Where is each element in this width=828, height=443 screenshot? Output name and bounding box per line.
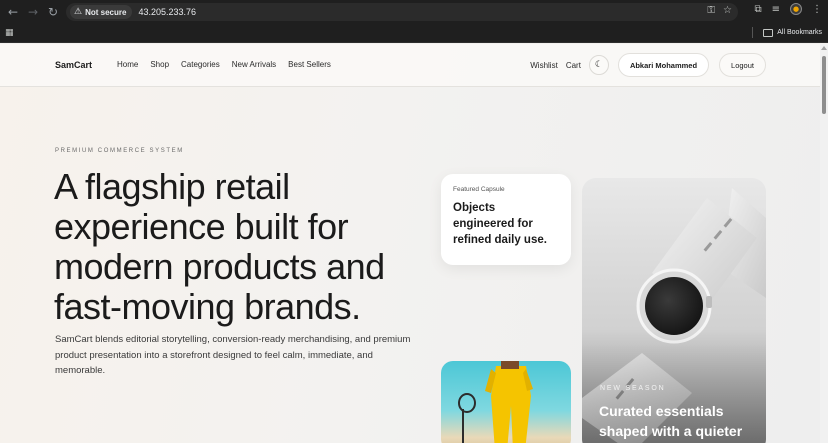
key-icon[interactable]: ⚿: [707, 5, 715, 16]
user-profile-button[interactable]: Abkari Mohammed: [617, 53, 710, 77]
hero-description: SamCart blends editorial storytelling, c…: [55, 334, 411, 376]
hero-eyebrow: PREMIUM COMMERCE SYSTEM: [55, 148, 184, 154]
folder-icon: [763, 28, 774, 37]
address-bar[interactable]: ⚠ Not secure 43.205.233.76 ⚿ ☆: [66, 3, 738, 21]
cart-link[interactable]: Cart: [566, 61, 581, 70]
account-nav: Wishlist Cart ☾ Abkari Mohammed Logout: [530, 53, 766, 77]
back-arrow-icon[interactable]: ←: [3, 2, 23, 22]
fashion-model-image: [458, 361, 533, 443]
page-scrollbar[interactable]: [820, 44, 828, 443]
menu-icon[interactable]: ⋮: [812, 4, 822, 15]
nav-best-sellers[interactable]: Best Sellers: [288, 60, 331, 69]
warning-icon: ⚠: [74, 7, 83, 17]
featured-capsule-card[interactable]: Featured Capsule Objects engineered for …: [441, 174, 571, 265]
url-text[interactable]: 43.205.233.76: [138, 7, 196, 17]
divider: [752, 27, 754, 38]
nav-categories[interactable]: Categories: [181, 60, 220, 69]
hero-headline: A flagship retail experience built for m…: [54, 166, 385, 327]
main-nav: Home Shop Categories New Arrivals Best S…: [117, 60, 343, 69]
profile-avatar-icon[interactable]: ●: [790, 3, 802, 15]
browser-toolbar: ← → ↻ ⚠ Not secure 43.205.233.76 ⚿ ☆ ⧉ ≡…: [0, 0, 828, 24]
scrollbar-thumb[interactable]: [822, 56, 826, 114]
page: SamCart Home Shop Categories New Arrival…: [0, 44, 820, 443]
nav-home[interactable]: Home: [117, 60, 138, 69]
capsule-title: Objects engineered for refined daily use…: [453, 202, 547, 246]
nav-new-arrivals[interactable]: New Arrivals: [232, 60, 276, 69]
nav-shop[interactable]: Shop: [150, 60, 169, 69]
extensions-icon[interactable]: ⧉: [754, 4, 761, 15]
theme-toggle-button[interactable]: ☾: [588, 55, 609, 75]
reload-icon[interactable]: ↻: [43, 2, 63, 22]
bookmarks-bar: ▦ All Bookmarks: [0, 24, 828, 43]
all-bookmarks-link[interactable]: All Bookmarks: [777, 29, 822, 36]
moon-icon: ☾: [594, 60, 603, 70]
capsule-label: Featured Capsule: [453, 186, 505, 193]
fashion-product-card[interactable]: [441, 361, 571, 443]
security-chip[interactable]: ⚠ Not secure: [70, 5, 133, 19]
new-season-product-card[interactable]: NEW SEASON Curated essentials shaped wit…: [582, 178, 766, 443]
scroll-up-arrow-icon[interactable]: [821, 46, 827, 50]
season-label: NEW SEASON: [600, 385, 666, 392]
wishlist-link[interactable]: Wishlist: [530, 61, 558, 70]
star-icon[interactable]: ☆: [723, 5, 732, 16]
logout-button[interactable]: Logout: [719, 53, 766, 77]
site-logo[interactable]: SamCart: [55, 60, 92, 70]
apps-grid-icon[interactable]: ▦: [5, 28, 14, 38]
forward-arrow-icon[interactable]: →: [23, 2, 43, 22]
feature-title: Curated essentials shaped with a quieter: [599, 403, 743, 439]
security-label: Not secure: [85, 7, 127, 17]
site-header: SamCart Home Shop Categories New Arrival…: [0, 44, 820, 87]
media-icon[interactable]: ≡: [772, 4, 780, 15]
